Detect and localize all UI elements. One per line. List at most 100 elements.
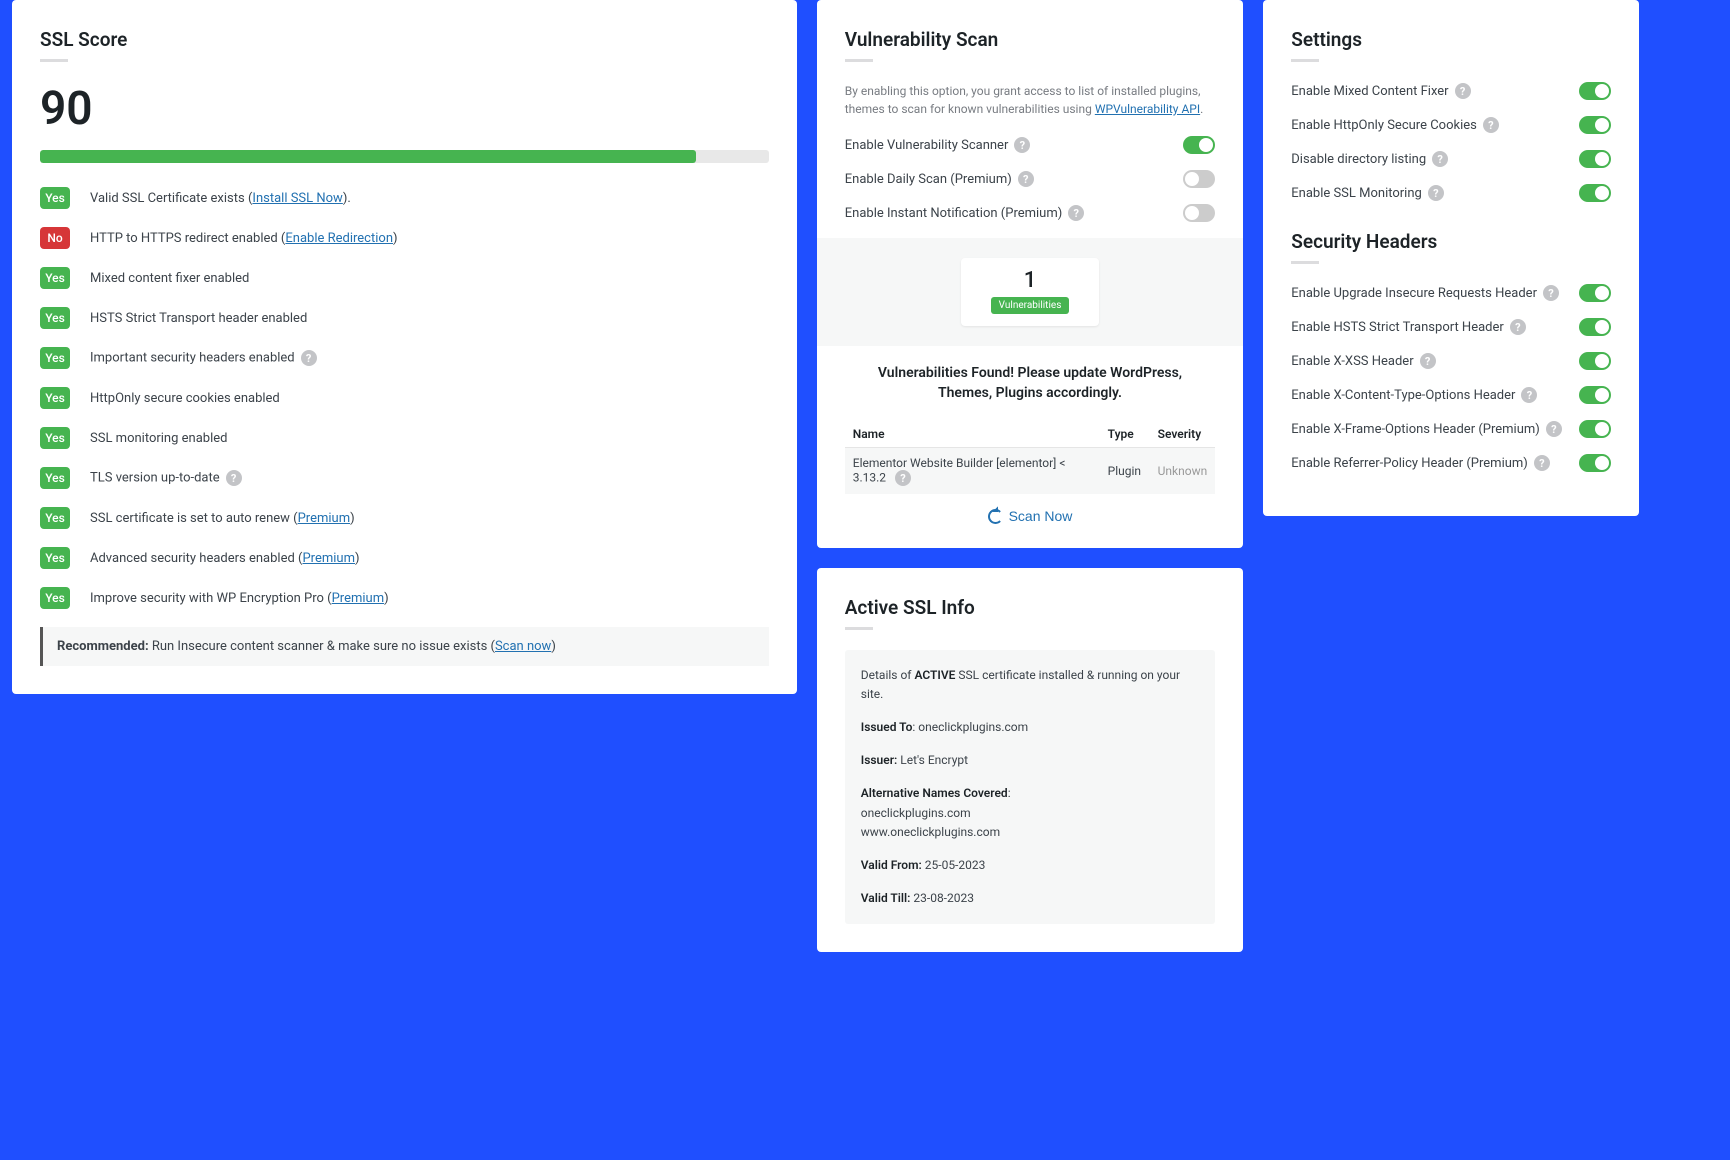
help-icon[interactable]: ?	[1420, 353, 1436, 369]
security-headers-title: Security Headers	[1291, 230, 1610, 253]
toggle-knob	[1185, 206, 1199, 220]
settings-toggle-toggle[interactable]	[1579, 82, 1611, 100]
ssl-valid-till: 23-08-2023	[913, 891, 974, 905]
settings-toggle-row: Enable SSL Monitoring?	[1291, 184, 1610, 202]
ssl-check-text: SSL certificate is set to auto renew (Pr…	[90, 511, 355, 526]
security-toggle-row: Enable HSTS Strict Transport Header?	[1291, 318, 1610, 336]
status-badge-yes: Yes	[40, 547, 70, 569]
toggle-knob	[1595, 118, 1609, 132]
help-icon[interactable]: ?	[1483, 117, 1499, 133]
ssl-check-link[interactable]: Enable Redirection	[285, 231, 393, 246]
ssl-check-text: Important security headers enabled?	[90, 350, 317, 366]
security-toggle-row: Enable Referrer-Policy Header (Premium)?	[1291, 454, 1610, 472]
ssl-check-row: YesMixed content fixer enabled	[40, 267, 769, 289]
help-icon[interactable]: ?	[1428, 185, 1444, 201]
status-badge-yes: Yes	[40, 587, 70, 609]
ssl-check-text: Improve security with WP Encryption Pro …	[90, 591, 389, 606]
divider	[1291, 59, 1319, 62]
settings-toggle-toggle[interactable]	[1579, 184, 1611, 202]
security-toggle-row: Enable X-Content-Type-Options Header?	[1291, 386, 1610, 404]
ssl-check-text: Advanced security headers enabled (Premi…	[90, 551, 360, 566]
wpvuln-api-link[interactable]: WPVulnerability API	[1095, 102, 1200, 116]
ssl-check-row: Yes Improve security with WP Encryption P…	[40, 587, 769, 609]
ssl-issuer: Let's Encrypt	[900, 753, 968, 767]
divider	[845, 627, 873, 630]
status-badge-yes: Yes	[40, 307, 70, 329]
security-toggle-toggle[interactable]	[1579, 318, 1611, 336]
ssl-check-text: TLS version up-to-date?	[90, 470, 242, 486]
settings-toggle-row: Disable directory listing?	[1291, 150, 1610, 168]
security-toggle-row: Enable Upgrade Insecure Requests Header?	[1291, 284, 1610, 302]
ssl-check-row: YesSSL certificate is set to auto renew …	[40, 507, 769, 529]
help-icon[interactable]: ?	[1521, 387, 1537, 403]
help-icon[interactable]: ?	[1546, 421, 1562, 437]
ssl-check-link[interactable]: Premium	[302, 551, 355, 566]
toggle-knob	[1595, 456, 1609, 470]
ssl-check-row: YesHSTS Strict Transport header enabled	[40, 307, 769, 329]
ssl-score-bar-fill	[40, 150, 696, 163]
settings-toggle-row: Enable Mixed Content Fixer?	[1291, 82, 1610, 100]
ssl-check-text: Valid SSL Certificate exists (Install SS…	[90, 191, 351, 206]
active-ssl-card: Active SSL Info Details of ACTIVE SSL ce…	[817, 568, 1244, 953]
toggle-knob	[1595, 152, 1609, 166]
security-toggle-toggle[interactable]	[1579, 454, 1611, 472]
status-badge-yes: Yes	[40, 267, 70, 289]
vuln-toggle-label: Enable Daily Scan (Premium)?	[845, 171, 1034, 187]
vuln-toggle-row: Enable Daily Scan (Premium)?	[845, 170, 1216, 188]
security-toggle-label: Enable X-Content-Type-Options Header?	[1291, 387, 1537, 403]
vuln-table: Name Type Severity Elementor Website Bui…	[845, 421, 1216, 494]
active-ssl-title: Active SSL Info	[845, 596, 1216, 619]
divider	[845, 59, 873, 62]
help-icon[interactable]: ?	[895, 470, 911, 486]
security-toggle-toggle[interactable]	[1579, 386, 1611, 404]
settings-title: Settings	[1291, 28, 1610, 51]
settings-toggle-label: Enable HttpOnly Secure Cookies?	[1291, 117, 1499, 133]
security-toggle-toggle[interactable]	[1579, 420, 1611, 438]
help-icon[interactable]: ?	[1014, 137, 1030, 153]
settings-toggle-label: Disable directory listing?	[1291, 151, 1448, 167]
help-icon[interactable]: ?	[1510, 319, 1526, 335]
settings-toggle-toggle[interactable]	[1579, 116, 1611, 134]
help-icon[interactable]: ?	[1543, 285, 1559, 301]
toggle-knob	[1185, 172, 1199, 186]
toggle-knob	[1595, 320, 1609, 334]
toggle-knob	[1595, 388, 1609, 402]
help-icon[interactable]: ?	[301, 350, 317, 366]
status-badge-yes: Yes	[40, 427, 70, 449]
settings-toggle-label: Enable Mixed Content Fixer?	[1291, 83, 1470, 99]
status-badge-no: No	[40, 227, 70, 249]
security-toggle-label: Enable X-Frame-Options Header (Premium)?	[1291, 421, 1562, 437]
recommended-text: Run Insecure content scanner & make sure…	[149, 639, 495, 654]
help-icon[interactable]: ?	[1534, 455, 1550, 471]
vuln-found-heading: Vulnerabilities Found! Please update Wor…	[855, 364, 1206, 403]
settings-card: Settings Enable Mixed Content Fixer? Enab…	[1263, 0, 1638, 516]
status-badge-yes: Yes	[40, 467, 70, 489]
scan-now-button[interactable]: Scan Now	[988, 508, 1073, 524]
vuln-toggle-toggle[interactable]	[1183, 204, 1215, 222]
vuln-toggle-toggle[interactable]	[1183, 170, 1215, 188]
vuln-scan-desc: By enabling this option, you grant acces…	[845, 82, 1216, 118]
ssl-check-text: HTTP to HTTPS redirect enabled (Enable R…	[90, 231, 398, 246]
toggle-knob	[1595, 186, 1609, 200]
recommended-label: Recommended:	[57, 639, 149, 654]
vuln-toggle-toggle[interactable]	[1183, 136, 1215, 154]
vuln-th-type: Type	[1100, 421, 1150, 448]
help-icon[interactable]: ?	[1068, 205, 1084, 221]
help-icon[interactable]: ?	[226, 470, 242, 486]
ssl-check-row: YesValid SSL Certificate exists (Install…	[40, 187, 769, 209]
vuln-toggle-row: Enable Instant Notification (Premium)?	[845, 204, 1216, 222]
ssl-check-link[interactable]: Install SSL Now	[252, 191, 342, 206]
help-icon[interactable]: ?	[1455, 83, 1471, 99]
settings-toggle-toggle[interactable]	[1579, 150, 1611, 168]
security-toggle-toggle[interactable]	[1579, 284, 1611, 302]
ssl-check-text: HttpOnly secure cookies enabled	[90, 391, 280, 406]
scan-now-link[interactable]: Scan now	[495, 639, 551, 654]
ssl-check-link[interactable]: Premium	[332, 591, 385, 606]
security-toggle-toggle[interactable]	[1579, 352, 1611, 370]
help-icon[interactable]: ?	[1018, 171, 1034, 187]
ssl-score-bar	[40, 150, 769, 163]
ssl-check-link[interactable]: Premium	[298, 511, 351, 526]
toggle-knob	[1595, 422, 1609, 436]
help-icon[interactable]: ?	[1432, 151, 1448, 167]
ssl-check-row: YesImportant security headers enabled?	[40, 347, 769, 369]
